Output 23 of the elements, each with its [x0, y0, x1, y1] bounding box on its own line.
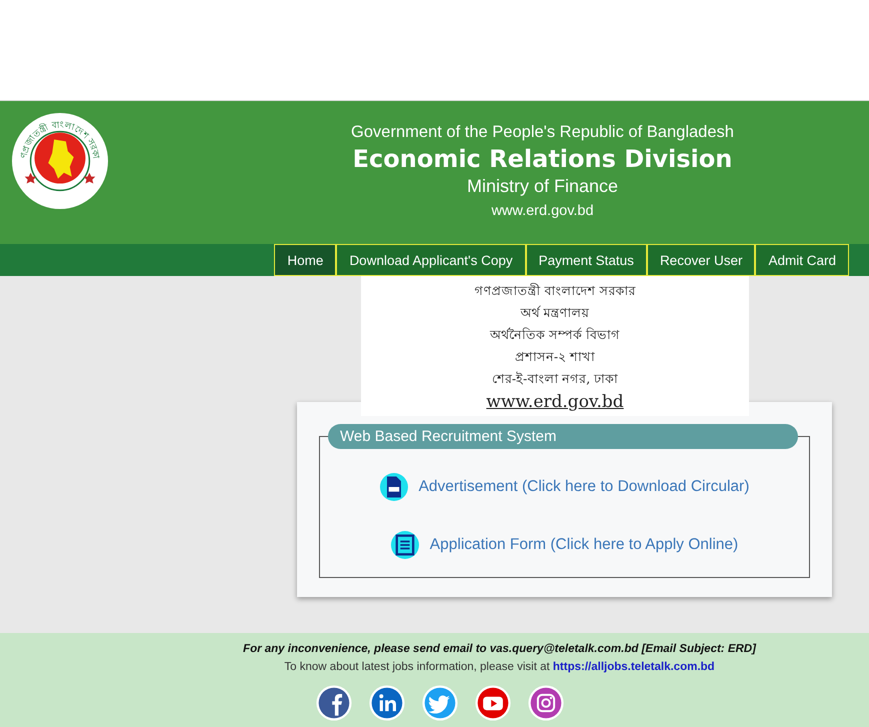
division-title: Economic Relations Division: [352, 144, 732, 175]
facebook-icon[interactable]: [316, 685, 352, 721]
play-button-icon[interactable]: [474, 685, 510, 721]
panel-title: Web Based Recruitment System: [328, 424, 798, 449]
linkedin-icon[interactable]: [368, 685, 404, 721]
government-heading: Government of the People's Republic of Bangladesh: [351, 122, 734, 143]
nav-tab[interactable]: Recover User: [646, 244, 756, 276]
nav-tab[interactable]: Download Applicant's Copy: [336, 244, 526, 276]
notice-document: গণপ্রজাতন্ত্রী বাংলাদেশ সরকার অর্থ মন্ত্রণালয় অর্থনৈতিক সম্পর্ক বিভাগ প্রশাসন-২ শাখা শের-ই-বাংলা নগর, ঢাকা www.erd.gov.bd: [361, 276, 749, 416]
form-icon[interactable]: [390, 531, 419, 559]
jobs-note: To know about latest jobs information, please visit at: [284, 661, 550, 673]
email-note: For any inconvenience, please send email to vas.query@teletalk.com.bd [Email Subject: ERD]: [243, 643, 756, 655]
camera-icon[interactable]: [528, 685, 564, 721]
bird-icon[interactable]: [422, 685, 458, 721]
nav-tab[interactable]: Payment Status: [526, 244, 647, 276]
website-address: www.erd.gov.bd: [491, 203, 594, 219]
nav-tab[interactable]: Home: [274, 244, 336, 276]
nav-tab[interactable]: Admit Card: [755, 244, 849, 276]
jobs-link[interactable]: https://alljobs.teletalk.com.bd: [552, 661, 715, 673]
pdf-file-icon[interactable]: [380, 473, 408, 501]
ministry-name: Ministry of Finance: [466, 175, 618, 197]
panel-link[interactable]: Advertisement (Click here to Download Circular): [418, 478, 750, 496]
panel-link[interactable]: Application Form (Click here to Apply Online): [430, 536, 738, 554]
